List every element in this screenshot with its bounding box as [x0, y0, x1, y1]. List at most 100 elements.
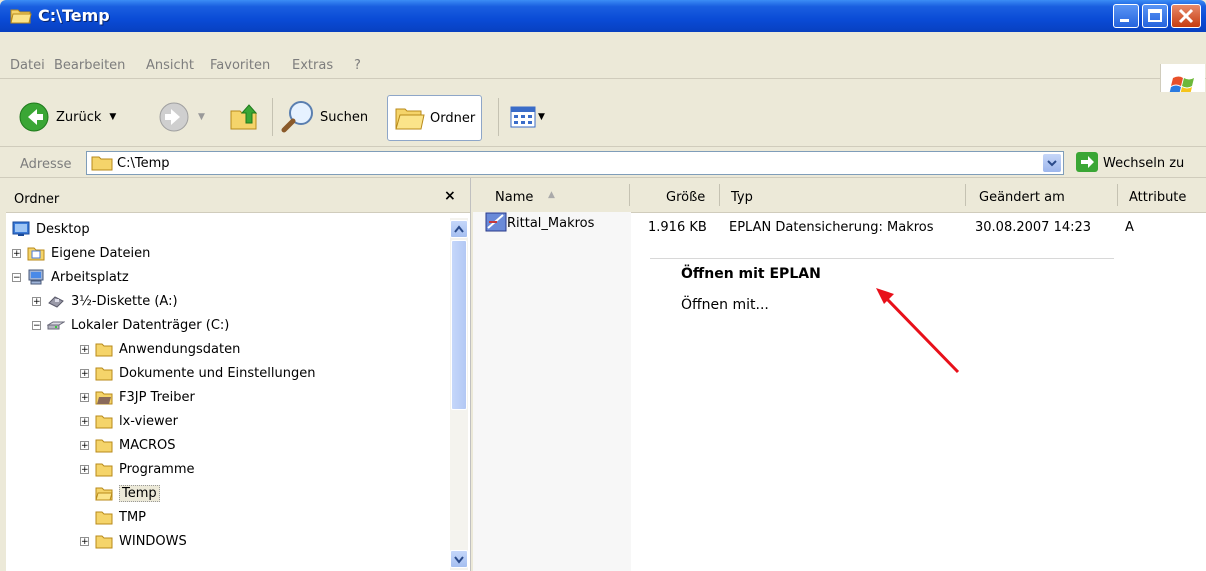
tree-item-anwendungsdaten[interactable]: + Anwendungsdaten [80, 338, 240, 360]
tree-item-lx-viewer[interactable]: + lx-viewer [80, 410, 178, 432]
sort-ascending-icon: ▲ [548, 190, 555, 200]
tree-item-label: Temp [119, 484, 160, 502]
expand-icon[interactable]: + [80, 368, 89, 378]
minimize-icon [1120, 19, 1129, 22]
forward-dropdown-icon[interactable]: ▼ [198, 112, 205, 122]
tree-item-macros[interactable]: + MACROS [80, 434, 175, 456]
tree-item-label: TMP [119, 509, 146, 525]
column-attributes[interactable]: Attribute [1129, 190, 1186, 205]
file-modified: 30.08.2007 14:23 [975, 220, 1092, 235]
title-bar[interactable]: C:\Temp [0, 0, 1206, 32]
collapse-icon[interactable]: − [32, 320, 41, 330]
scroll-thumb[interactable] [451, 240, 467, 410]
tree-item-drive-c[interactable]: − Lokaler Datenträger (C:) [32, 314, 229, 336]
folders-label: Ordner [430, 110, 476, 126]
tree-item-f3jp[interactable]: + F3JP Treiber [80, 386, 195, 408]
expand-icon[interactable]: + [80, 344, 89, 354]
tree-item-arbeitsplatz[interactable]: − Arbeitsplatz [12, 266, 129, 288]
toolbar: Zurück ▼ ▼ Suchen Ordner ▼ [0, 92, 1206, 147]
forward-button[interactable]: ▼ [158, 92, 205, 142]
up-folder-button[interactable] [228, 92, 260, 142]
floppy-icon [48, 296, 64, 308]
minimize-button[interactable] [1113, 4, 1139, 28]
column-separator[interactable] [965, 184, 966, 206]
address-bar: Adresse C:\Temp Wechseln zu [0, 147, 1206, 178]
forward-arrow-icon [159, 102, 189, 132]
close-button[interactable] [1171, 4, 1201, 28]
expand-icon[interactable]: + [80, 440, 89, 450]
views-button[interactable]: ▼ [510, 92, 545, 142]
expand-icon[interactable]: + [80, 464, 89, 474]
file-list-pane: Name ▲ Größe Typ Geändert am Attribute R… [473, 178, 1206, 571]
column-type[interactable]: Typ [731, 190, 753, 205]
column-name[interactable]: Name [495, 190, 533, 205]
my-computer-icon [28, 269, 44, 285]
address-field[interactable]: C:\Temp [86, 151, 1064, 175]
menu-datei[interactable]: Datei [10, 58, 45, 73]
eplan-file-icon [485, 212, 507, 232]
menu-help[interactable]: ? [354, 58, 361, 73]
tree-item-windows[interactable]: + WINDOWS [80, 530, 187, 552]
column-separator[interactable] [1117, 184, 1118, 206]
window-title: C:\Temp [38, 6, 110, 25]
collapse-icon[interactable]: − [12, 272, 21, 282]
my-documents-icon [27, 247, 45, 261]
file-attributes: A [1125, 220, 1134, 235]
tree-item-programme[interactable]: + Programme [80, 458, 195, 480]
maximize-button[interactable] [1142, 4, 1168, 28]
context-menu-open-with-eplan[interactable]: Öffnen mit EPLAN [681, 266, 821, 282]
tree-item-temp[interactable]: Temp [95, 482, 160, 504]
go-label[interactable]: Wechseln zu [1103, 156, 1184, 171]
tree-item-desktop[interactable]: Desktop [12, 218, 90, 240]
expand-icon[interactable]: + [32, 296, 41, 306]
menu-ansicht[interactable]: Ansicht [146, 58, 194, 73]
folder-icon [95, 391, 113, 405]
menu-favoriten[interactable]: Favoriten [210, 58, 270, 73]
annotation-arrow-icon [876, 288, 960, 374]
open-folder-icon [95, 487, 113, 501]
menu-extras[interactable]: Extras [292, 58, 333, 73]
column-separator[interactable] [629, 184, 630, 206]
tree-item-dokumente[interactable]: + Dokumente und Einstellungen [80, 362, 315, 384]
tree-item-label: 3½-Diskette (A:) [71, 293, 178, 309]
tree-item-label: Dokumente und Einstellungen [119, 365, 316, 381]
folder-icon [91, 156, 113, 171]
tree-item-floppy[interactable]: + 3½-Diskette (A:) [32, 290, 178, 312]
folder-pane-scrollbar[interactable] [450, 218, 468, 570]
expand-icon[interactable]: + [12, 248, 21, 258]
maximize-icon [1148, 9, 1162, 22]
tree-item-label: Desktop [36, 221, 90, 237]
name-column-highlight [473, 212, 631, 571]
expand-icon[interactable]: + [80, 416, 89, 426]
address-dropdown-button[interactable] [1043, 154, 1061, 172]
expand-icon[interactable]: + [80, 392, 89, 402]
tree-item-label: lx-viewer [119, 413, 178, 429]
views-dropdown-icon[interactable]: ▼ [538, 112, 545, 122]
scroll-up-button[interactable] [450, 220, 468, 238]
column-size[interactable]: Größe [666, 190, 705, 205]
folder-icon [95, 415, 113, 429]
back-dropdown-icon[interactable]: ▼ [109, 112, 116, 122]
folder-icon [10, 9, 32, 24]
back-button[interactable]: Zurück ▼ [18, 92, 116, 142]
scroll-down-button[interactable] [450, 550, 468, 568]
go-button[interactable] [1076, 152, 1098, 176]
tree-item-eigene-dateien[interactable]: + Eigene Dateien [12, 242, 150, 264]
tree-item-tmp[interactable]: TMP [95, 506, 146, 528]
back-label: Zurück [56, 109, 102, 125]
menu-bar: Datei Bearbeiten Ansicht Favoriten Extra… [0, 32, 1206, 110]
column-separator[interactable] [719, 184, 720, 206]
folder-icon [95, 439, 113, 453]
column-modified[interactable]: Geändert am [979, 190, 1065, 205]
search-button[interactable]: Suchen [280, 92, 368, 142]
chevron-down-icon [1047, 160, 1057, 167]
explorer-window: C:\Temp Datei Bearbeiten Ansicht Favorit… [0, 0, 1206, 571]
folder-pane-close-icon[interactable]: × [444, 188, 456, 204]
folder-pane-header: Ordner × [6, 178, 470, 213]
folder-icon [95, 463, 113, 477]
context-menu-open-with[interactable]: Öffnen mit... [681, 297, 769, 313]
folders-button[interactable]: Ordner [387, 95, 483, 141]
menu-bearbeiten[interactable]: Bearbeiten [54, 58, 125, 73]
file-size: 1.916 KB [648, 220, 707, 235]
expand-icon[interactable]: + [80, 536, 89, 546]
